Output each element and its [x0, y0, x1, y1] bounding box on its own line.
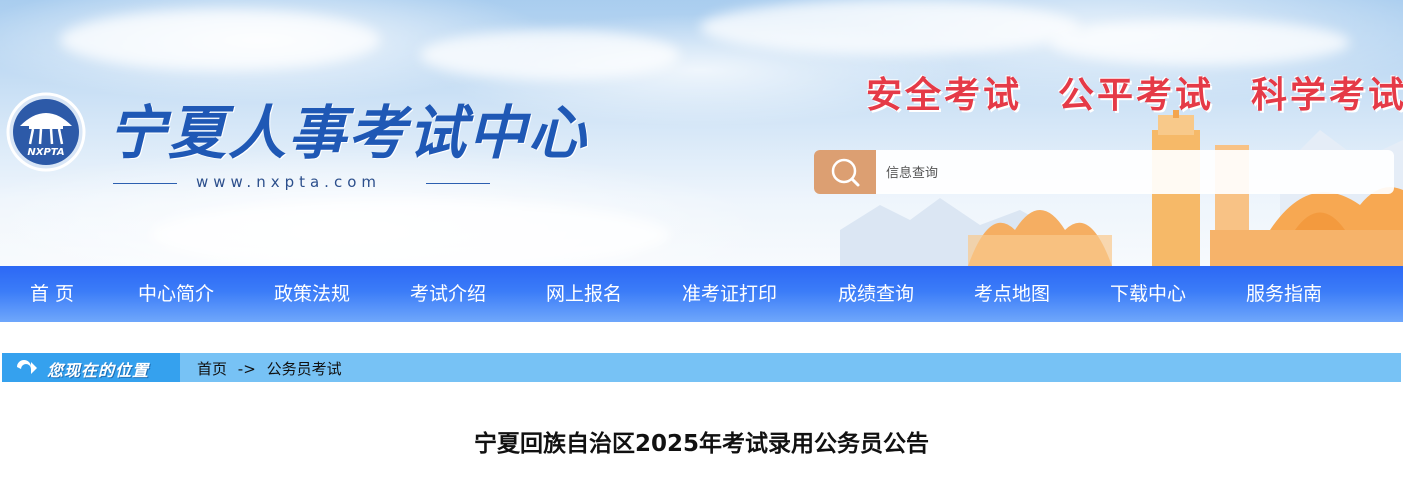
nxpta-logo-icon[interactable]: NXPTA — [6, 92, 86, 172]
nav-item-policy[interactable]: 政策法规 — [274, 266, 350, 322]
nav-item-admit-card[interactable]: 准考证打印 — [682, 266, 777, 322]
nav-item-score-query[interactable]: 成绩查询 — [838, 266, 914, 322]
nav-item-registration[interactable]: 网上报名 — [546, 266, 622, 322]
site-url: www.nxpta.com — [196, 173, 381, 191]
breadcrumb-current-link[interactable]: 公务员考试 — [267, 360, 342, 378]
search-box — [814, 150, 1394, 194]
site-name: 宁夏人事考试中心 — [108, 99, 589, 167]
svg-text:NXPTA: NXPTA — [27, 147, 64, 158]
breadcrumb-tag: 您现在的位置 — [2, 353, 180, 382]
breadcrumb: 您现在的位置 首页 -> 公务员考试 — [2, 353, 1401, 382]
breadcrumb-separator: -> — [237, 360, 256, 378]
nav-item-about[interactable]: 中心简介 — [138, 266, 214, 322]
main-nav: 首 页 中心简介 政策法规 考试介绍 网上报名 准考证打印 成绩查询 考点地图 … — [0, 266, 1403, 322]
search-button[interactable] — [814, 150, 876, 194]
url-divider-right — [426, 183, 490, 184]
nav-item-downloads[interactable]: 下载中心 — [1110, 266, 1186, 322]
article-title: 宁夏回族自治区2025年考试录用公务员公告 — [473, 431, 929, 457]
nav-item-home[interactable]: 首 页 — [30, 266, 74, 322]
breadcrumb-path: 首页 -> 公务员考试 — [197, 358, 348, 379]
nav-item-site-map[interactable]: 考点地图 — [974, 266, 1050, 322]
location-arrow-icon — [17, 360, 37, 374]
breadcrumb-label: 您现在的位置 — [47, 361, 150, 380]
header-banner: NXPTA 宁夏人事考试中心 www.nxpta.com 安全考试 公平考试 科… — [0, 0, 1403, 266]
search-input[interactable] — [884, 159, 1368, 187]
search-icon — [831, 158, 860, 187]
nav-item-service-guide[interactable]: 服务指南 — [1246, 266, 1322, 322]
breadcrumb-home-link[interactable]: 首页 — [197, 360, 227, 378]
url-divider-left — [113, 183, 177, 184]
nav-item-exam-intro[interactable]: 考试介绍 — [410, 266, 486, 322]
